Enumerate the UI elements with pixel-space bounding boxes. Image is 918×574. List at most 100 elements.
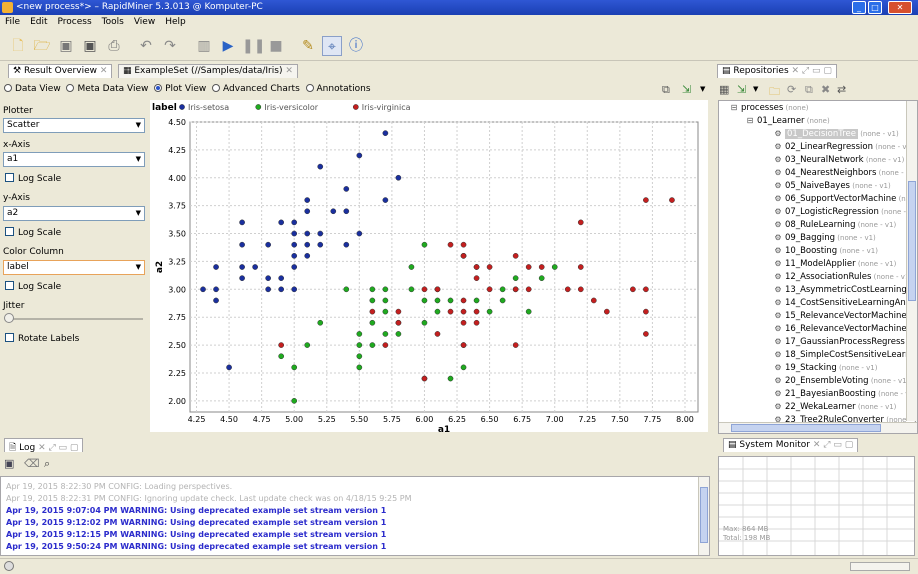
- refresh-icon[interactable]: ⟳: [787, 83, 796, 96]
- maximize-button[interactable]: □: [868, 1, 882, 14]
- color-log-scale-checkbox[interactable]: Log Scale: [5, 281, 61, 292]
- close-tab-icon[interactable]: ✕ ⤢ ▭ ▢: [38, 443, 78, 453]
- scrollbar-thumb[interactable]: [908, 181, 916, 301]
- tree-item[interactable]: ⊟ 01_Learner (none): [745, 116, 830, 126]
- print-icon[interactable]: ⎙: [104, 36, 124, 56]
- run-icon[interactable]: ▶: [218, 36, 238, 56]
- tree-item[interactable]: ⚙ 18_SimpleCostSensitiveLearn: [773, 350, 910, 360]
- info-icon[interactable]: ⓘ: [346, 36, 366, 56]
- tree-item[interactable]: ⚙ 14_CostSensitiveLearningAnd: [773, 298, 911, 308]
- tree-item[interactable]: ⚙13_AsymmetricCostLearning (none - v1): [773, 285, 917, 295]
- tree-item[interactable]: ⚙ 10_Boosting (none - v1): [773, 246, 878, 256]
- data-point: [460, 252, 467, 259]
- plotter-select[interactable]: Scatter ▼: [3, 118, 145, 133]
- tree-item[interactable]: ⚙ 11_ModelApplier (none - v1): [773, 259, 896, 269]
- scrollbar-thumb[interactable]: [700, 487, 708, 543]
- data-view-radio[interactable]: Data View: [4, 84, 61, 94]
- rotate-labels-checkbox[interactable]: Rotate Labels: [5, 333, 79, 344]
- dropdown-icon[interactable]: ▼: [753, 85, 758, 93]
- data-point: [213, 286, 219, 293]
- tab-system-monitor[interactable]: ▤ System Monitor ✕ ⤢ ▭ ▢: [723, 438, 859, 452]
- search-log-icon[interactable]: ⌕: [44, 457, 50, 471]
- data-point: [356, 230, 363, 237]
- save-as-icon[interactable]: ▣: [80, 36, 100, 56]
- tree-item[interactable]: ⚙ 02_LinearRegression (none - v1): [773, 142, 913, 152]
- tree-item[interactable]: ⚙ 12_AssociationRules (none - v1): [773, 272, 912, 282]
- process-gear-icon: ⚙: [774, 233, 782, 242]
- tree-item[interactable]: ⊟ processes (none): [729, 103, 809, 113]
- scrollbar-thumb[interactable]: [731, 424, 881, 432]
- close-tab-icon[interactable]: ✕ ⤢ ▭ ▢: [813, 440, 853, 450]
- color-column-select[interactable]: label ▼: [3, 260, 145, 275]
- tree-item[interactable]: ⚙ 17_GaussianProcessRegress: [773, 337, 904, 347]
- tree-vertical-scrollbar[interactable]: [906, 101, 917, 421]
- tree-item[interactable]: ⚙ 04_NearestNeighbors (none - v1): [773, 168, 917, 178]
- tree-item[interactable]: ⚙ 09_Bagging (none - v1): [773, 233, 875, 243]
- tree-horizontal-scrollbar[interactable]: [719, 422, 917, 433]
- redo-icon[interactable]: ↷: [160, 36, 180, 56]
- export-icon[interactable]: ⇲: [682, 83, 691, 96]
- close-tab-icon[interactable]: ✕: [285, 66, 293, 76]
- x-tick-label: 5.50: [350, 415, 368, 424]
- tree-item[interactable]: ⚙ 21_BayesianBoosting (none - v1): [773, 389, 916, 399]
- log-scrollbar[interactable]: [698, 477, 709, 555]
- close-tab-icon[interactable]: ✕ ⤢ ▭ ▢: [792, 66, 832, 76]
- pause-icon[interactable]: ❚❚: [242, 36, 265, 56]
- new-process-icon[interactable]: 🗋: [8, 36, 28, 56]
- link-icon[interactable]: ⇄: [837, 83, 846, 96]
- close-tab-icon[interactable]: ✕: [100, 66, 108, 76]
- clear-log-icon[interactable]: ⌫: [24, 457, 40, 470]
- export-dropdown-icon[interactable]: ▼: [700, 85, 705, 93]
- tab-result-overview[interactable]: ⚒ Result Overview ✕: [8, 64, 113, 78]
- menu-help[interactable]: Help: [160, 15, 191, 29]
- copy-icon[interactable]: ⧉: [805, 83, 813, 97]
- delete-icon[interactable]: ✖: [821, 83, 830, 96]
- menu-edit[interactable]: Edit: [25, 15, 52, 29]
- data-point: [278, 275, 285, 282]
- y-log-scale-checkbox[interactable]: Log Scale: [5, 227, 61, 238]
- tree-item[interactable]: ⚙ 07_LogisticRegression (none - v1): [773, 207, 917, 217]
- minimize-button[interactable]: _: [852, 1, 866, 14]
- meta-data-view-radio[interactable]: Meta Data View: [66, 84, 148, 94]
- menu-tools[interactable]: Tools: [97, 15, 129, 29]
- tab-log[interactable]: 🗎 Log ✕ ⤢ ▭ ▢: [4, 438, 84, 453]
- copy-icon[interactable]: ⧉: [662, 83, 670, 97]
- jitter-slider-handle[interactable]: [4, 313, 14, 323]
- tree-item[interactable]: ⚙ 15_RelevanceVectorMachineC: [773, 311, 912, 321]
- tree-item[interactable]: ⚙06_SupportVectorMachine (none - v1): [773, 194, 917, 204]
- menu-process[interactable]: Process: [53, 15, 97, 29]
- tree-item[interactable]: ⚙ 03_NeuralNetwork (none - v1): [773, 155, 904, 165]
- advanced-charts-radio[interactable]: Advanced Charts: [212, 84, 300, 94]
- data-point: [669, 197, 675, 203]
- tree-item[interactable]: ⚙ 05_NaiveBayes (none - v1): [773, 181, 890, 191]
- x-log-scale-checkbox[interactable]: Log Scale: [5, 173, 61, 184]
- import-icon[interactable]: ⇲: [737, 83, 746, 96]
- data-point: [447, 308, 454, 315]
- menu-file[interactable]: File: [0, 15, 25, 29]
- close-button[interactable]: ✕: [888, 1, 912, 14]
- stop-icon[interactable]: ■: [266, 36, 286, 56]
- add-repository-icon[interactable]: ▦: [719, 83, 729, 96]
- tree-item[interactable]: ⚙ 16_RelevanceVectorMachineR: [773, 324, 912, 334]
- tree-item[interactable]: ⚙ 20_EnsembleVoting (none - v1): [773, 376, 909, 386]
- save-log-icon[interactable]: ▣: [4, 457, 14, 470]
- y-axis-select[interactable]: a2 ▼: [3, 206, 145, 221]
- undo-icon[interactable]: ↶: [136, 36, 156, 56]
- run-remote-icon[interactable]: ▥: [194, 36, 214, 56]
- data-point: [434, 297, 441, 304]
- tab-exampleset[interactable]: ▦ ExampleSet (//Samples/data/Iris) ✕: [118, 64, 298, 78]
- tree-item[interactable]: ⚙ 19_Stacking (none - v1): [773, 363, 877, 373]
- tree-item[interactable]: ⚙ 01_DecisionTree (none - v1): [773, 129, 899, 139]
- plot-view-radio[interactable]: Plot View: [154, 84, 206, 94]
- tree-item[interactable]: ⚙ 08_RuleLearning (none - v1): [773, 220, 896, 230]
- open-folder-icon[interactable]: 🗁: [32, 36, 52, 56]
- result-perspective-icon[interactable]: ⌖: [322, 36, 342, 56]
- tab-repositories[interactable]: ▤ Repositories ✕ ⤢ ▭ ▢: [717, 64, 837, 78]
- design-perspective-icon[interactable]: ✎: [298, 36, 318, 56]
- menu-view[interactable]: View: [129, 15, 160, 29]
- tree-item[interactable]: ⚙ 22_WekaLearner (none - v1): [773, 402, 896, 412]
- data-point: [421, 319, 428, 326]
- save-icon[interactable]: ▣: [56, 36, 76, 56]
- annotations-radio[interactable]: Annotations: [305, 84, 371, 94]
- x-axis-select[interactable]: a1 ▼: [3, 152, 145, 167]
